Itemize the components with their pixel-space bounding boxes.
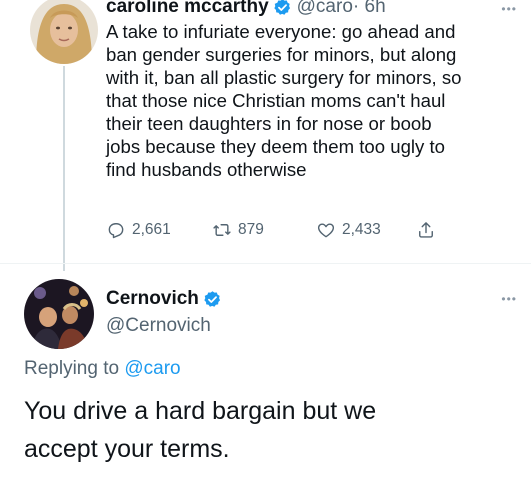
replying-to-row: Replying to @caro	[24, 358, 181, 380]
share-button[interactable]	[416, 220, 442, 240]
replying-to-mention[interactable]: @caro	[124, 358, 180, 379]
tweet1-timestamp[interactable]: · 6h	[353, 0, 386, 18]
retweet-button[interactable]: 879	[212, 220, 316, 240]
like-count: 2,433	[342, 221, 381, 238]
more-options-icon[interactable]: •••	[501, 2, 517, 16]
reply-count: 2,661	[132, 221, 171, 238]
tweet2-text-line: You drive a hard bargain but we	[24, 397, 377, 425]
thread-connector-line	[63, 66, 65, 271]
reply-icon	[108, 223, 124, 239]
tweet1-text-line: their teen daughters in for nose or boob	[106, 113, 432, 134]
replying-to-label: Replying to	[24, 358, 125, 379]
more-options-icon[interactable]: •••	[501, 292, 517, 306]
tweet1-header: caroline mccarthy @caro · 6h	[106, 0, 386, 20]
tweet2-text: You drive a hard bargain but we accept y…	[24, 392, 524, 468]
tweet1-action-bar: 2,661 879 2,433	[106, 219, 442, 241]
like-icon	[317, 223, 335, 238]
share-icon	[419, 222, 433, 238]
verified-badge-icon	[203, 290, 222, 309]
tweet2-text-line: accept your terms.	[24, 435, 230, 463]
avatar-caroline[interactable]	[30, 0, 98, 64]
tweet2-author-name[interactable]: Cernovich	[106, 288, 199, 310]
tweet1-author-handle[interactable]: @caro	[297, 0, 353, 18]
avatar-cernovich[interactable]	[24, 279, 94, 349]
reply-button[interactable]: 2,661	[106, 220, 212, 240]
retweet-count: 879	[238, 221, 264, 238]
tweet1-text-line: ban gender surgeries for minors, but alo…	[106, 44, 457, 65]
retweet-icon	[213, 224, 231, 236]
tweet1-text-line: that those nice Christian moms can't hau…	[106, 90, 446, 111]
tweet1-author-name[interactable]: caroline mccarthy	[106, 0, 269, 18]
like-button[interactable]: 2,433	[316, 220, 416, 240]
tweet1-text-line: with it, ban all plastic surgery for min…	[106, 67, 462, 88]
tweet1-text-line: A take to infuriate everyone: go ahead a…	[106, 21, 456, 42]
tweet2-name-row: Cernovich	[106, 286, 227, 312]
tweet1-text-line: find husbands otherwise	[106, 159, 307, 180]
tweet1-text-line: jobs because they deem them too ugly to	[106, 136, 446, 157]
tweet-divider	[0, 263, 531, 264]
tweet1-text: A take to infuriate everyone: go ahead a…	[106, 20, 518, 181]
verified-badge-icon	[273, 0, 292, 17]
tweet2-author-handle[interactable]: @Cernovich	[106, 315, 211, 337]
